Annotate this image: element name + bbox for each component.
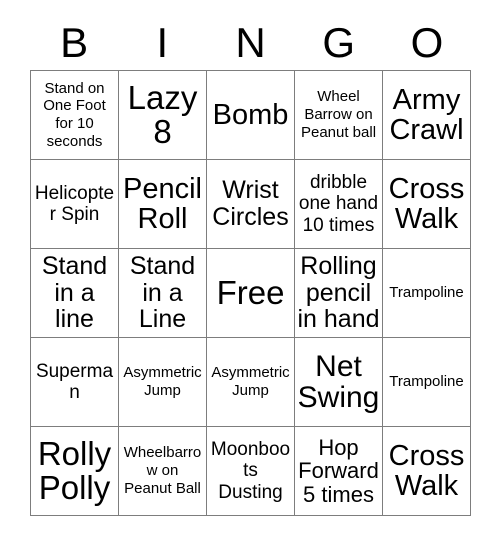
bingo-cell[interactable]: Pencil Roll: [119, 160, 207, 249]
bingo-cell[interactable]: Asymmetric Jump: [119, 338, 207, 427]
bingo-cell-label: Cross Walk: [388, 439, 465, 502]
bingo-cell-label: Trampoline: [389, 373, 464, 391]
bingo-cell-label: Wrist Circles: [212, 176, 289, 231]
bingo-cell-label: Moonboots Dusting: [210, 439, 291, 503]
bingo-cell-label: Hop Forward 5 times: [298, 434, 379, 507]
bingo-cell[interactable]: Wheel Barrow on Peanut ball: [295, 71, 383, 160]
header-letter-g: G: [322, 19, 356, 66]
bingo-cell[interactable]: Cross Walk: [383, 427, 471, 516]
header-letter-b: B: [60, 19, 89, 66]
bingo-cell[interactable]: Helicopter Spin: [31, 160, 119, 249]
bingo-header-row: B I N G O: [30, 16, 471, 70]
bingo-cell-label: Net Swing: [297, 349, 380, 414]
bingo-card: B I N G O Stand on One Foot for 10 secon…: [0, 0, 500, 544]
bingo-cell[interactable]: Bomb: [207, 71, 295, 160]
bingo-cell[interactable]: Wrist Circles: [207, 160, 295, 249]
bingo-cell-free[interactable]: Free: [207, 249, 295, 338]
bingo-cell-label: Asymmetric Jump: [123, 364, 202, 399]
bingo-cell[interactable]: Wheelbarrow on Peanut Ball: [119, 427, 207, 516]
bingo-cell-label: Stand on One Foot for 10 seconds: [43, 79, 106, 150]
bingo-cell[interactable]: Trampoline: [383, 249, 471, 338]
bingo-cell-label: Rolly Polly: [37, 434, 112, 506]
bingo-cell[interactable]: Net Swing: [295, 338, 383, 427]
bingo-cell[interactable]: Moonboots Dusting: [207, 427, 295, 516]
bingo-cell-label: Rolling pencil in hand: [297, 251, 380, 334]
bingo-cell[interactable]: Rolly Polly: [31, 427, 119, 516]
bingo-cell[interactable]: Army Crawl: [383, 71, 471, 160]
bingo-grid: Stand on One Foot for 10 seconds Lazy 8 Bo…: [30, 70, 471, 516]
bingo-cell[interactable]: Superman: [31, 338, 119, 427]
bingo-cell-label: Asymmetric Jump: [211, 364, 290, 399]
bingo-cell[interactable]: Stand in a Line: [119, 249, 207, 338]
bingo-cell-label: Army Crawl: [389, 83, 464, 146]
bingo-cell-label: Stand in a Line: [129, 251, 196, 334]
bingo-cell[interactable]: Trampoline: [383, 338, 471, 427]
bingo-cell[interactable]: Rolling pencil in hand: [295, 249, 383, 338]
bingo-cell-label: Wheelbarrow on Peanut Ball: [123, 444, 202, 497]
bingo-cell-label: Stand in a line: [41, 251, 108, 334]
bingo-cell-label: Bomb: [212, 98, 289, 131]
bingo-cell[interactable]: dribble one hand 10 times: [295, 160, 383, 249]
header-letter-n: N: [235, 19, 266, 66]
bingo-cell-label: Lazy 8: [127, 78, 198, 150]
header-letter-i: I: [156, 19, 169, 66]
bingo-cell-label: Trampoline: [389, 284, 464, 302]
bingo-cell-label: Free: [216, 273, 285, 311]
bingo-cell[interactable]: Hop Forward 5 times: [295, 427, 383, 516]
bingo-cell[interactable]: Stand in a line: [31, 249, 119, 338]
bingo-cell[interactable]: Asymmetric Jump: [207, 338, 295, 427]
bingo-cell[interactable]: Stand on One Foot for 10 seconds: [31, 71, 119, 160]
bingo-cell-label: Helicopter Spin: [34, 182, 115, 225]
header-letter-o: O: [410, 19, 444, 66]
bingo-cell-label: Wheel Barrow on Peanut ball: [300, 88, 377, 141]
bingo-cell-label: dribble one hand 10 times: [298, 172, 379, 236]
bingo-cell[interactable]: Lazy 8: [119, 71, 207, 160]
bingo-cell-label: Pencil Roll: [123, 172, 202, 235]
bingo-cell-label: Superman: [35, 360, 114, 403]
bingo-cell-label: Cross Walk: [388, 172, 465, 235]
bingo-cell[interactable]: Cross Walk: [383, 160, 471, 249]
